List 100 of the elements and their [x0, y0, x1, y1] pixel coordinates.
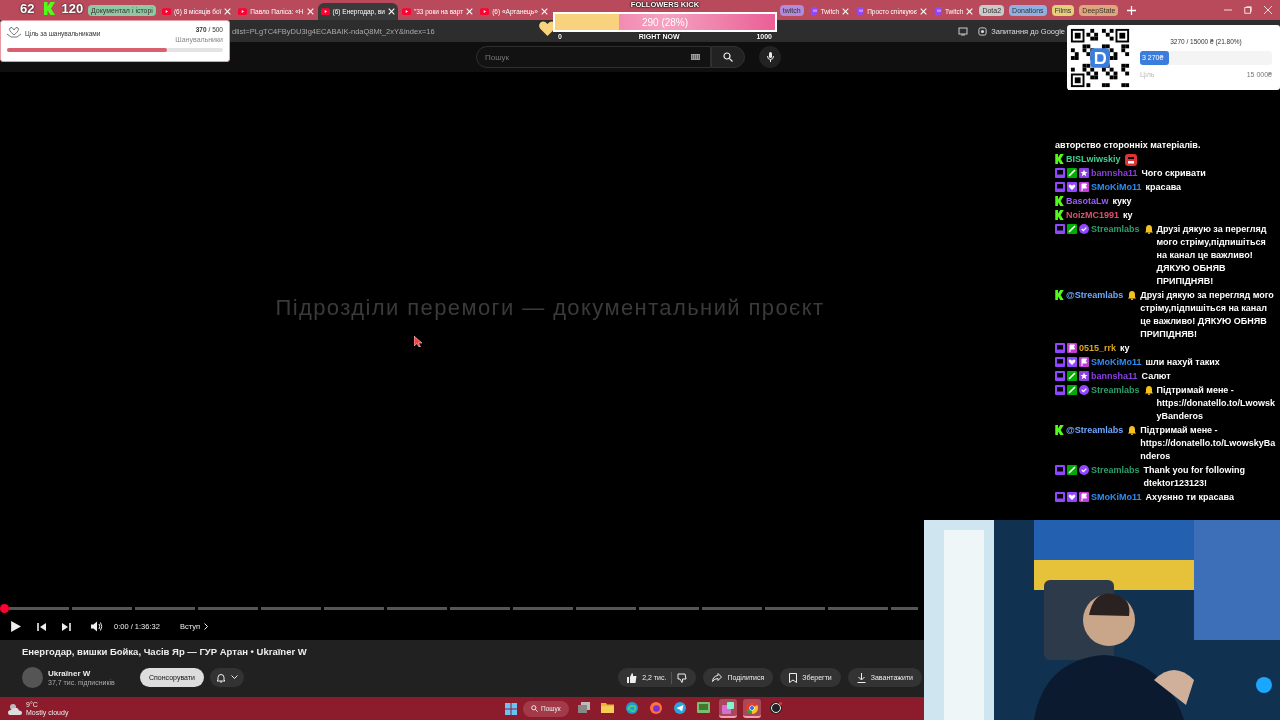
chat-bubble-icon: [856, 7, 865, 16]
chat-message: ку: [1120, 342, 1131, 355]
close-icon[interactable]: [387, 8, 395, 15]
chat-bubble-icon: [1055, 168, 1065, 178]
channel-name[interactable]: Ukraїner W: [48, 669, 130, 678]
platform-icon: [1055, 154, 1064, 164]
chat-username: @Streamlabs: [1066, 289, 1124, 302]
bookmark-icon: [789, 672, 798, 683]
chat-message: Підтримай мене - https://donatello.to/LwowskyBanderos: [1156, 384, 1277, 423]
folder-icon: [601, 702, 615, 713]
close-icon[interactable]: [306, 8, 314, 15]
close-icon[interactable]: [224, 8, 232, 15]
taskbar-app[interactable]: [718, 699, 737, 718]
cloud-icon: [8, 702, 22, 715]
cast-icon[interactable]: [958, 26, 969, 36]
chat-bubble-icon: [1055, 492, 1065, 502]
plus-icon[interactable]: [1127, 5, 1137, 15]
heart-icon: [1067, 357, 1077, 367]
hands-heart-icon: [7, 26, 21, 39]
chat-username: Streamlabs: [1091, 223, 1140, 236]
close-icon[interactable]: [920, 8, 927, 15]
video-site-icon: [161, 8, 171, 15]
chat-message: Підтримай мене - https://donatello.to/LwowskyBanderos: [1140, 424, 1277, 463]
chat-username: 0515_rrk: [1079, 342, 1117, 355]
chat-message: ку: [1123, 209, 1134, 222]
progress-handle[interactable]: [0, 604, 9, 613]
chat-message: шли нахуй таких: [1145, 356, 1221, 369]
platform-icon: [44, 2, 56, 15]
chat-username: bannsha11: [1091, 370, 1138, 383]
chat-bubble-icon: [809, 7, 818, 16]
sword-icon: [1067, 385, 1077, 395]
chat-bubble-icon: [1055, 182, 1065, 192]
video-site-icon: [480, 8, 490, 15]
play-icon[interactable]: [10, 621, 21, 632]
volume-icon[interactable]: [91, 621, 103, 632]
round-logo-icon: [745, 701, 758, 714]
close-icon[interactable]: [966, 8, 974, 15]
chat-username: SMoKiMo11: [1091, 356, 1142, 369]
chat-message: Друзі дякую за перегляд мого стріму,підпишіться на канал це важливо! ДЯКУЮ ОБНЯВ ПРИПІДНЯВ!: [1140, 289, 1275, 341]
sword-icon: [1067, 168, 1077, 178]
platform-icon: [1055, 290, 1064, 300]
check-badge-icon: [1079, 224, 1089, 234]
video-site-icon: [401, 8, 411, 15]
taskbar-app[interactable]: [742, 699, 761, 718]
close-icon[interactable]: [466, 8, 474, 15]
flag-icon: [1067, 343, 1077, 353]
swirl-icon: [625, 701, 638, 714]
next-icon[interactable]: [61, 621, 71, 632]
disc-icon: [769, 701, 782, 714]
chat-message: Ахуєнно ти красава: [1145, 491, 1235, 504]
chat-username: SMoKiMo11: [1091, 181, 1142, 194]
viewer-count: 62: [20, 1, 35, 16]
chat-bubble-icon: [1055, 371, 1065, 381]
close-icon[interactable]: [842, 8, 850, 15]
flag-icon: [1079, 182, 1089, 192]
chat-username: Streamlabs: [1091, 384, 1140, 397]
chat-bubble-icon: [934, 7, 942, 16]
notifications-button[interactable]: [209, 668, 244, 687]
chat-username: Streamlabs: [1091, 464, 1140, 477]
chat-message: куку: [1112, 195, 1133, 208]
monitor-icon: [721, 701, 734, 714]
chat-message: Thank you for following dtektor123123!: [1143, 464, 1247, 490]
sword-icon: [1067, 465, 1077, 475]
chat-username: BISLwiwskiy: [1066, 153, 1121, 166]
start-icon[interactable]: [505, 702, 517, 715]
progress-track[interactable]: [9, 607, 918, 610]
search-field[interactable]: Пошук: [476, 46, 711, 68]
check-badge-icon: [1079, 465, 1089, 475]
chat-username: BasotaLw: [1066, 195, 1109, 208]
search-button[interactable]: [711, 46, 745, 68]
platform-icon: [1055, 196, 1064, 206]
microphone-icon: [766, 52, 774, 62]
chat-message: красава: [1145, 181, 1183, 194]
close-icon[interactable]: [540, 8, 548, 15]
restore-icon[interactable]: [1244, 6, 1252, 14]
thumbs-down-icon[interactable]: [677, 672, 688, 683]
chat-message: Чого скривати: [1141, 167, 1207, 180]
follower-count: 120: [61, 1, 84, 16]
search-icon: [531, 705, 538, 712]
previous-icon[interactable]: [37, 621, 47, 632]
chat-bubble-icon: [1055, 385, 1065, 395]
thumbs-up-icon: [627, 672, 638, 683]
flag-icon: [1079, 492, 1089, 502]
check-badge-icon: [1079, 385, 1089, 395]
chat-bubble-icon: [1055, 465, 1065, 475]
flame-ball-icon: [649, 701, 662, 714]
task-view-icon: [577, 702, 590, 713]
star-icon: [1079, 168, 1089, 178]
chat-bubble-icon: [1055, 343, 1065, 353]
star-icon: [1079, 371, 1089, 381]
search-icon: [723, 52, 733, 62]
chat-username: NoizMC1991: [1066, 209, 1119, 222]
flag-icon: [1079, 357, 1089, 367]
video-title: Енергодар, вишки Бойка, Часів Яр — ГУР Артан • Ukraїner W: [22, 646, 308, 659]
chat-window-icon: [697, 702, 711, 713]
video-site-icon: [320, 8, 330, 15]
lens-icon: [978, 26, 988, 36]
bell-icon: [215, 672, 226, 683]
voice-search-button[interactable]: [759, 46, 781, 68]
chevron-icon: [230, 675, 238, 680]
